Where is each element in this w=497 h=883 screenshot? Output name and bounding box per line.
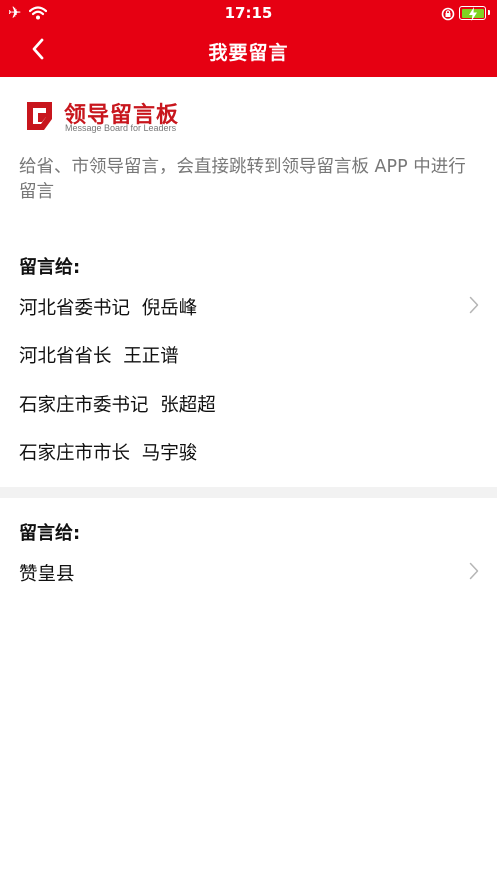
section-divider — [0, 487, 497, 498]
battery-icon — [459, 6, 490, 21]
list-item-label: 河北省委书记 倪岳峰 — [19, 298, 198, 319]
list-item-label: 石家庄市市长 马宇骏 — [19, 443, 198, 464]
section-label-provincial: 留言给: — [19, 257, 81, 278]
list-item-label: 赞皇县 — [19, 564, 75, 585]
section-label-county: 留言给: — [19, 523, 81, 544]
message-board-logo-icon — [24, 99, 58, 137]
logo-subtitle: Message Board for Leaders — [65, 123, 177, 133]
list-item-label: 河北省省长 王正谱 — [19, 346, 179, 367]
list-item-mayor[interactable]: 石家庄市市长 马宇骏 — [19, 431, 479, 471]
top-bar: ✈ 17:15 我要留言 — [0, 0, 497, 77]
rotation-lock-icon — [441, 6, 455, 25]
status-time: 17:15 — [224, 4, 273, 22]
chevron-right-icon — [469, 296, 479, 319]
page-title: 我要留言 — [208, 42, 289, 64]
list-item-city-secretary[interactable]: 石家庄市委书记 张超超 — [19, 383, 479, 423]
navigation-bar: 我要留言 — [0, 26, 497, 77]
list-item-zanhuang-county[interactable]: 赞皇县 — [19, 552, 479, 592]
chevron-right-icon — [469, 562, 479, 585]
charging-bolt-icon — [468, 6, 478, 25]
list-item-party-secretary[interactable]: 河北省委书记 倪岳峰 — [19, 286, 479, 326]
description-text: 给省、市领导留言，会直接跳转到领导留言板 APP 中进行留言 — [19, 157, 466, 202]
list-item-governor[interactable]: 河北省省长 王正谱 — [19, 334, 479, 374]
status-bar: ✈ 17:15 — [0, 0, 497, 26]
list-item-label: 石家庄市委书记 张超超 — [19, 395, 216, 416]
